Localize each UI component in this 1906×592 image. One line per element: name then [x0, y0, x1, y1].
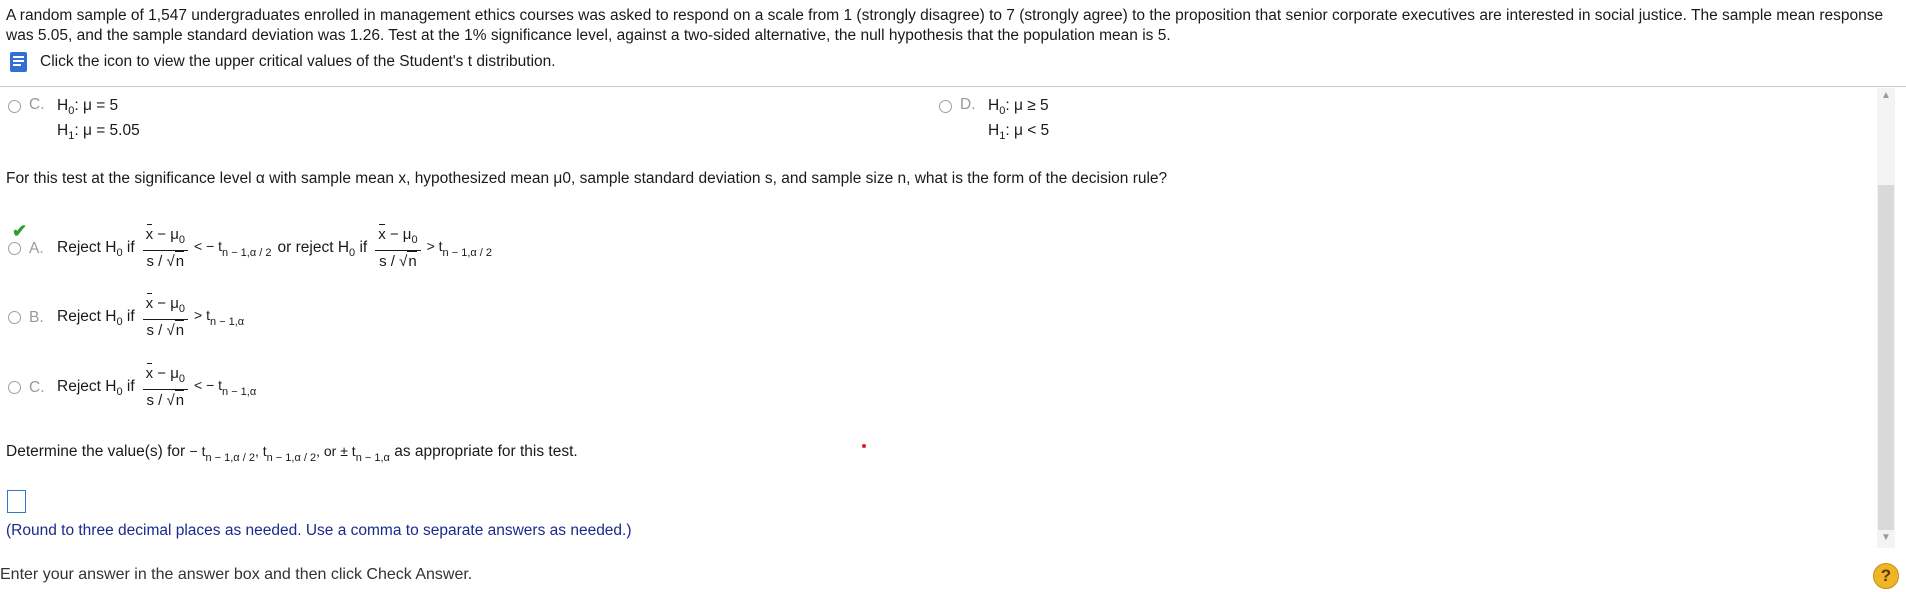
- test-statistic-fraction: x − μ0 s / √n: [142, 293, 188, 341]
- test-statistic-fraction: x − μ0 s / √n: [142, 224, 188, 272]
- scrollbar-thumb[interactable]: [1878, 185, 1894, 530]
- book-icon[interactable]: [8, 51, 30, 73]
- scroll-up-icon[interactable]: ▲: [1880, 90, 1892, 102]
- problem-statement: A random sample of 1,547 undergraduates …: [6, 7, 1884, 44]
- critical-value: < − tn − 1,α: [194, 377, 257, 398]
- divider: [0, 86, 1906, 87]
- decision-rule-question: For this test at the significance level …: [6, 170, 1168, 187]
- rule-option-c[interactable]: C. Reject H0 if x − μ0 s / √n < − tn − 1…: [8, 363, 257, 411]
- option-letter: C.: [29, 378, 45, 396]
- hypothesis-option-c[interactable]: C. H0: μ = 5 H1: μ = 5.05: [8, 96, 140, 146]
- critical-value-left: < − tn − 1,α / 2: [194, 238, 272, 259]
- radio-hyp-d[interactable]: [939, 100, 952, 113]
- t-table-tip: Click the icon to view the upper critica…: [8, 50, 556, 74]
- work-area: C. H0: μ = 5 H1: μ = 5.05 D. H0: μ ≥ 5 H…: [0, 88, 1876, 550]
- hypothesis-option-d[interactable]: D. H0: μ ≥ 5 H1: μ < 5: [939, 96, 1049, 146]
- answer-input[interactable]: [7, 490, 26, 513]
- check-icon: ✔: [12, 221, 28, 241]
- rule-b-text: Reject H0 if: [57, 307, 135, 328]
- option-letter: B.: [29, 308, 44, 326]
- option-letter: C.: [29, 96, 45, 113]
- determine-prompt: Determine the value(s) for − tn − 1,α / …: [6, 443, 578, 464]
- radio-rule-b[interactable]: [8, 311, 21, 324]
- test-statistic-fraction: x − μ0 s / √n: [375, 224, 421, 272]
- hypothesis-text-d: H0: μ ≥ 5 H1: μ < 5: [988, 97, 1050, 142]
- hypothesis-text-c: H0: μ = 5 H1: μ = 5.05: [57, 97, 140, 142]
- rounding-hint: (Round to three decimal places as needed…: [6, 522, 632, 539]
- option-letter: D.: [960, 96, 976, 113]
- tip-text: Click the icon to view the upper critica…: [40, 53, 556, 70]
- rule-c-text: Reject H0 if: [57, 377, 135, 398]
- rule-a-text: Reject H0 if: [57, 238, 135, 259]
- rule-a-or: or reject H0 if: [277, 238, 368, 259]
- test-statistic-fraction: x − μ0 s / √n: [142, 363, 188, 411]
- critical-value-right: > tn − 1,α / 2: [426, 238, 493, 259]
- rule-option-a[interactable]: ✔ A. Reject H0 if x − μ0 s / √n < − tn −…: [8, 221, 493, 272]
- radio-rule-a[interactable]: [8, 242, 21, 255]
- critical-value: > tn − 1,α: [194, 307, 245, 328]
- footer-instruction: Enter your answer in the answer box and …: [0, 566, 473, 583]
- red-dot: [862, 444, 866, 448]
- radio-hyp-c[interactable]: [8, 100, 21, 113]
- radio-rule-c[interactable]: [8, 381, 21, 394]
- option-letter: A.: [29, 239, 44, 257]
- help-icon[interactable]: ?: [1873, 563, 1899, 589]
- scroll-down-icon[interactable]: ▼: [1880, 532, 1892, 544]
- rule-option-b[interactable]: B. Reject H0 if x − μ0 s / √n > tn − 1,α: [8, 293, 245, 341]
